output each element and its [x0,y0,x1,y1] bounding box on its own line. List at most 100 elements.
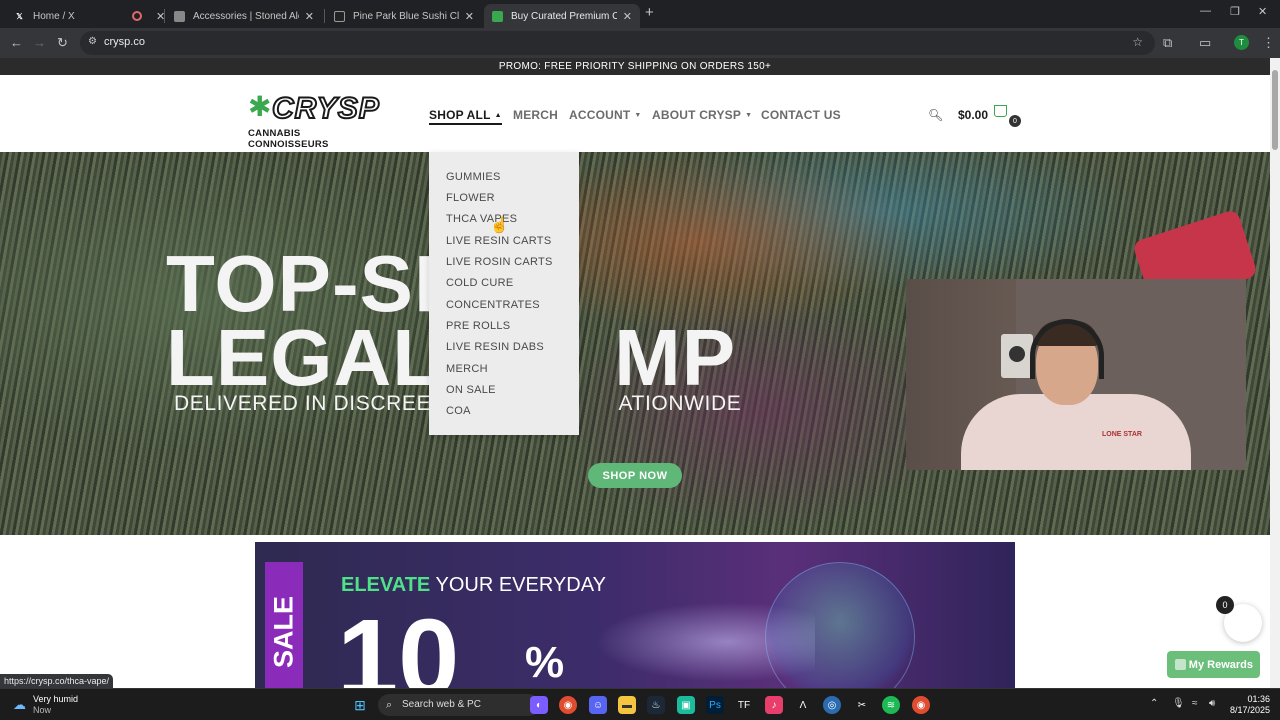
nav-contact-us[interactable]: CONTACT US [761,108,841,122]
wifi-icon[interactable]: ≈ [1192,698,1198,709]
microphone-icon[interactable]: 🎙︎ [1172,698,1185,709]
sale-banner[interactable]: SALE ELEVATE YOUR EVERYDAY 10 % [255,542,1015,688]
search-icon: ⌕ [386,699,393,711]
tab-title: Buy Curated Premium Cannabis [511,10,617,22]
tab-pine-park[interactable]: Pine Park Blue Sushi Classic Flo ✕ [326,4,482,28]
hand-cursor-icon: ☝ [490,217,510,235]
webcam-overlay: LONE STAR [906,279,1246,470]
cannabis-leaf-icon: ✱ [248,91,272,122]
tiktok-icon[interactable]: ♪ [765,696,783,714]
browser-tab-strip: 𝕏 Home / X ✕ Accessories | Stoned Alchem… [0,0,1280,28]
person-body [961,394,1191,470]
shirt-print: LONE STAR [1102,431,1142,438]
shop-all-dropdown: GUMMIES FLOWER THCA VAPES LIVE RESIN CAR… [429,152,579,435]
app-tf-icon[interactable]: TF [735,696,753,714]
logo-tagline: CANNABIS CONNOISSEURS [248,128,329,150]
site-info-icon[interactable]: ⚙ [88,36,97,47]
chrome-profile-icon[interactable]: ◉ [912,696,930,714]
menu-item-live-resin-dabs[interactable]: LIVE RESIN DABS [446,341,544,353]
forward-icon[interactable]: → [33,35,46,50]
photoshop-icon[interactable]: Ps [706,696,724,714]
search-icon[interactable]: 🔍︎ [928,108,943,122]
nav-about-crysp[interactable]: ABOUT CRYSP ▼ [652,108,752,122]
site-icon [492,10,503,22]
app-icon[interactable]: ▣ [677,696,695,714]
app-a-icon[interactable]: Λ [794,696,812,714]
nav-account[interactable]: ACCOUNT ▼ [569,108,642,122]
capcut-icon[interactable]: ✂ [853,696,871,714]
site-icon [174,10,185,22]
menu-dots-icon[interactable]: ⋮ [1262,35,1275,51]
my-rewards-button[interactable]: My Rewards [1167,651,1260,678]
menu-item-gummies[interactable]: GUMMIES [446,171,501,183]
close-tab-icon[interactable]: ✕ [305,10,314,23]
tab-stoned-alchemist[interactable]: Accessories | Stoned Alchemist ✕ [166,4,322,28]
page-scrollbar[interactable] [1270,58,1280,688]
new-tab-icon[interactable]: + [645,4,654,21]
extensions-icon[interactable]: ⧉ [1163,35,1172,51]
spotify-icon[interactable]: ≋ [882,696,900,714]
tab-title: Accessories | Stoned Alchemist [193,10,299,22]
menu-item-concentrates[interactable]: CONCENTRATES [446,299,540,311]
menu-item-live-resin-carts[interactable]: LIVE RESIN CARTS [446,235,551,247]
bookmark-star-icon[interactable]: ☆ [1132,35,1143,49]
hero-headline-line1: TOP-SF [166,239,464,328]
nav-merch[interactable]: MERCH [513,108,558,122]
menu-item-merch[interactable]: MERCH [446,363,488,375]
volume-icon[interactable]: 🔊︎ [1209,698,1215,709]
discord-icon[interactable]: ☺ [589,696,607,714]
taskbar-clock[interactable]: 01:36 8/17/2025 [1228,694,1270,717]
cart-total[interactable]: $0.00 [958,108,988,122]
close-tab-icon[interactable]: ✕ [465,10,474,23]
windows-taskbar: ☁ Very humid Now ⊞ ⌕ Search web & PC ◐ ◉… [0,688,1280,720]
chat-count-badge: 0 [1216,596,1234,614]
back-icon[interactable]: ← [10,35,23,50]
file-explorer-icon[interactable]: ▬ [618,696,636,714]
banner-headline: ELEVATE YOUR EVERYDAY [341,574,606,596]
chevron-down-icon: ▼ [745,112,753,119]
nav-shop-all[interactable]: SHOP ALL ▲ [429,108,502,125]
skull-image [765,562,915,688]
promo-bar: PROMO: FREE PRIORITY SHIPPING ON ORDERS … [0,58,1270,75]
address-bar[interactable]: ⚙ crysp.co ☆ [80,31,1155,55]
menu-item-flower[interactable]: FLOWER [446,192,495,204]
menu-item-coa[interactable]: COA [446,405,471,417]
tab-crysp-active[interactable]: Buy Curated Premium Cannabis ✕ [484,4,640,28]
speaker-image [1001,334,1033,378]
weather-widget[interactable]: Very humid Now [33,694,78,716]
cart-bag-icon[interactable] [994,105,1007,117]
menu-item-live-rosin-carts[interactable]: LIVE ROSIN CARTS [446,256,553,268]
close-tab-icon[interactable]: ✕ [623,10,632,23]
close-window-icon[interactable]: ✕ [1258,5,1267,18]
menu-item-cold-cure[interactable]: COLD CURE [446,277,514,289]
chevron-down-icon: ▼ [634,112,642,119]
profile-avatar[interactable]: T [1234,35,1249,50]
steam-icon[interactable]: ♨ [647,696,665,714]
banner-percent-sign: % [525,638,565,687]
shop-now-button[interactable]: SHOP NOW [588,463,682,488]
record-icon [132,11,142,21]
app-globe-icon[interactable]: ◎ [823,696,841,714]
chrome-icon[interactable]: ◉ [559,696,577,714]
menu-item-on-sale[interactable]: ON SALE [446,384,496,396]
web-page: PROMO: FREE PRIORITY SHIPPING ON ORDERS … [0,58,1270,688]
side-panel-icon[interactable]: ▭ [1199,35,1211,51]
restore-icon[interactable]: ❐ [1230,5,1240,18]
sale-label: SALE [265,562,303,688]
tray-chevron-icon[interactable]: ⌃ [1150,698,1158,709]
menu-item-pre-rolls[interactable]: PRE ROLLS [446,320,510,332]
site-icon [334,10,345,22]
copilot-icon[interactable]: ◐ [530,696,548,714]
weather-icon[interactable]: ☁ [13,697,26,713]
tab-title: Pine Park Blue Sushi Classic Flo [353,10,459,22]
minimize-icon[interactable]: — [1200,5,1211,17]
scrollbar-thumb[interactable] [1272,70,1278,150]
tab-record[interactable]: ✕ [124,4,165,28]
site-logo[interactable]: ✱ CRYSP CANNABIS CONNOISSEURS [244,88,384,150]
logo-wordmark: CRYSP [271,91,380,126]
banner-percent-number: 10 [337,597,460,689]
site-header: ✱ CRYSP CANNABIS CONNOISSEURS SHOP ALL ▲ … [0,75,1270,152]
windows-start-icon[interactable]: ⊞ [351,696,369,714]
taskbar-search[interactable]: ⌕ Search web & PC [378,694,540,716]
reload-icon[interactable]: ↻ [57,35,68,51]
